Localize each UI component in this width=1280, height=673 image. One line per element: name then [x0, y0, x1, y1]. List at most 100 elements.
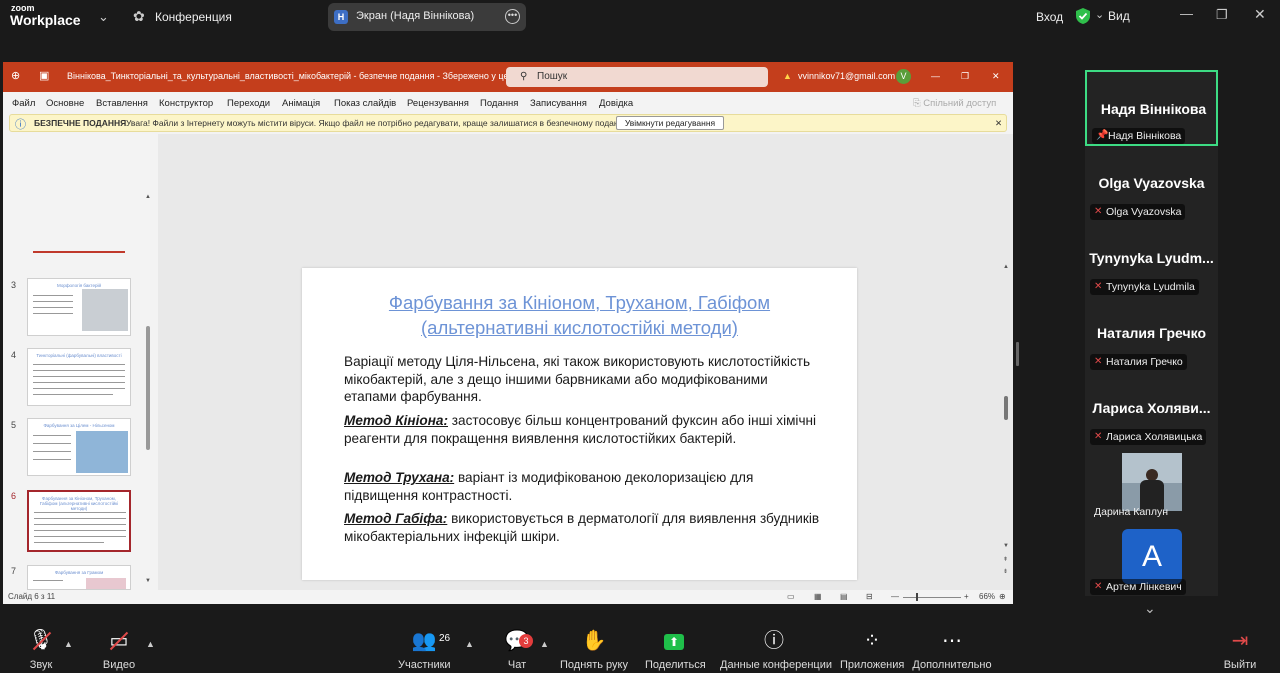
scroll-down-icon[interactable]: ▼ — [1003, 543, 1009, 549]
chevron-down-icon[interactable]: ⌄ — [1095, 8, 1104, 21]
thumbnail-slide-3[interactable]: Морфологія бактерій — [27, 278, 131, 336]
video-button[interactable]: ▭ Видео — [98, 627, 140, 671]
participants-button[interactable]: 👥 26 Участники — [398, 627, 451, 671]
participant-tile[interactable]: Лариса Холяви... ✕ Лариса Холявицька — [1085, 371, 1218, 447]
slide-scrollbar[interactable]: ▲ ▼ ⇞ ⇟ — [1002, 264, 1010, 580]
scroll-participants-down-icon[interactable]: ⌄ — [1144, 600, 1156, 617]
menu-recording[interactable]: Записування — [530, 98, 587, 109]
minimize-icon[interactable]: — — [1180, 6, 1193, 21]
scroll-down-icon[interactable]: ▼ — [145, 578, 151, 584]
participant-label: ✕ Наталия Гречко — [1090, 354, 1187, 370]
enable-editing-button[interactable]: Увімкнути редагування — [616, 116, 724, 130]
audio-button[interactable]: 🎙 Звук — [22, 627, 60, 671]
slide-method-kinion: Метод Кініона: застосовує більш концентр… — [344, 412, 822, 447]
next-slide-icon[interactable]: ⇟ — [1003, 568, 1008, 575]
menu-slideshow[interactable]: Показ слайдів — [334, 98, 396, 109]
raise-hand-button[interactable]: ✋ Поднять руку — [560, 627, 628, 671]
close-icon[interactable]: ✕ — [1254, 6, 1266, 23]
participant-tile[interactable]: А ✕ Артем Лінкевич — [1085, 521, 1218, 596]
share-button[interactable]: ⬆ Поделиться — [645, 627, 706, 671]
share-access-button[interactable]: ⎘ Спільний доступ — [913, 98, 996, 109]
thumbnail-slide-7[interactable]: Фарбування за Грамом — [27, 565, 131, 590]
participant-tile[interactable]: Tynynyka Lyudm... ✕ Tynynyka Lyudmila — [1085, 221, 1218, 297]
zoom-slider[interactable] — [903, 597, 961, 598]
normal-view-icon[interactable]: ▭ — [787, 592, 795, 601]
zoom-slider-thumb[interactable] — [916, 593, 918, 601]
thumb-number: 6 — [11, 491, 17, 501]
sorter-view-icon[interactable]: ▦ — [814, 592, 822, 601]
close-icon[interactable]: ✕ — [992, 71, 1000, 82]
slide-title: Фарбування за Кініоном, Труханом, Габіфо… — [322, 290, 837, 340]
slide-title-line-1: Фарбування за Кініоном, Труханом, Габіфо… — [388, 292, 771, 313]
zoom-level[interactable]: 66% — [979, 592, 995, 601]
leave-button[interactable]: ⇥ Выйти — [1222, 627, 1258, 671]
participant-tile[interactable]: Olga Vyazovska ✕ Olga Vyazovska — [1085, 146, 1218, 222]
menu-help[interactable]: Довідка — [599, 98, 633, 109]
participant-tile[interactable]: Дарина Каплун — [1085, 446, 1218, 522]
menu-insert[interactable]: Вставлення — [96, 98, 148, 109]
reading-view-icon[interactable]: ▤ — [840, 592, 848, 601]
meeting-data-button[interactable]: ⓘ Данные конференции — [720, 627, 832, 671]
slide-counter: Слайд 6 з 11 — [8, 592, 56, 601]
ppt-workspace: 3 Морфологія бактерій 4 Тинкторіальні (ф… — [3, 134, 1013, 590]
chevron-up-icon[interactable]: ▲ — [465, 639, 474, 649]
raise-hand-label: Поднять руку — [560, 659, 628, 671]
menu-file[interactable]: Файл — [12, 98, 35, 109]
share-screen-icon: ⬆ — [645, 627, 703, 655]
search-input[interactable]: ⚲ Пошук — [506, 67, 768, 87]
maximize-icon[interactable]: ❐ — [1216, 7, 1228, 23]
menu-design[interactable]: Конструктор — [159, 98, 213, 109]
save-icon[interactable]: ▣ — [39, 69, 49, 82]
chat-badge: 3 — [519, 634, 533, 648]
menu-view[interactable]: Подання — [480, 98, 518, 109]
prev-slide-icon[interactable]: ⇞ — [1003, 556, 1008, 563]
thumb-text-line — [34, 536, 126, 537]
view-button[interactable]: Вид — [1108, 9, 1130, 23]
account-email[interactable]: vvinnikov71@gmail.com — [798, 71, 895, 81]
menu-transitions[interactable]: Переходи — [227, 98, 270, 109]
participant-tile[interactable]: Наталия Гречко ✕ Наталия Гречко — [1085, 296, 1218, 372]
share-label: Поделиться — [645, 659, 706, 671]
thumbnail-scrollbar[interactable]: ▲ ▼ — [144, 194, 152, 590]
scrollbar-thumb[interactable] — [1004, 396, 1008, 420]
apps-label: Приложения — [840, 659, 905, 671]
maximize-icon[interactable]: ❐ — [961, 71, 969, 82]
thumbnail-slide-6[interactable]: Фарбування за Кініоном, Труханом, Габіфо… — [27, 490, 131, 552]
zoom-out-icon[interactable]: — — [891, 592, 899, 601]
chat-button[interactable]: 💬 3 Чат — [500, 627, 534, 671]
more-button[interactable]: ⋯ Дополнительно — [912, 627, 992, 671]
fit-slide-icon[interactable]: ⊕ — [999, 592, 1006, 601]
screen-share-pill[interactable]: Н Экран (Надя Віннікова) ••• — [328, 3, 526, 31]
thumbnail-slide-5[interactable]: Фарбування за Цілем - Нільсеном — [27, 418, 131, 476]
chevron-up-icon[interactable]: ▲ — [64, 639, 73, 649]
signin-button[interactable]: Вход — [1036, 10, 1063, 24]
menu-animation[interactable]: Анімація — [282, 98, 320, 109]
menu-home[interactable]: Основне — [46, 98, 84, 109]
slide-canvas[interactable]: Фарбування за Кініоном, Труханом, Габіфо… — [302, 268, 857, 580]
thumb-image — [76, 431, 128, 473]
participant-tile[interactable]: Надя Віннікова 📌 Надя Віннікова — [1085, 70, 1218, 146]
meeting-icon[interactable]: ✿ — [133, 8, 145, 25]
security-shield-icon[interactable] — [1075, 7, 1091, 25]
minimize-icon[interactable]: — — [931, 71, 940, 81]
close-icon[interactable]: ✕ — [995, 118, 1002, 129]
menu-review[interactable]: Рецензування — [407, 98, 469, 109]
chevron-down-icon[interactable]: ⌄ — [98, 9, 109, 25]
scroll-up-icon[interactable]: ▲ — [1003, 264, 1009, 270]
chevron-up-icon[interactable]: ▲ — [540, 639, 549, 649]
zoom-in-icon[interactable]: + — [964, 592, 969, 601]
slide-title-line-2: (альтернативні кислотостійкі методи) — [421, 317, 738, 338]
meeting-label[interactable]: Конференция — [155, 10, 232, 24]
chevron-up-icon[interactable]: ▲ — [146, 639, 155, 649]
scroll-up-icon[interactable]: ▲ — [145, 194, 151, 200]
video-off-icon: ▭ — [98, 627, 140, 655]
split-handle[interactable] — [1016, 342, 1019, 366]
apps-button[interactable]: ⁘ Приложения — [840, 627, 904, 671]
slideshow-icon[interactable]: ⊟ — [866, 592, 873, 601]
participant-label-text: Артем Лінкевич — [1106, 581, 1182, 593]
meeting-toolbar: 🎙 Звук ▲ ▭ Видео ▲ 👥26 Участники ▲ 💬3 Ча… — [0, 627, 1280, 673]
thumbnail-slide-4[interactable]: Тинкторіальні (фарбувальні) властивості — [27, 348, 131, 406]
avatar[interactable]: V — [896, 69, 911, 84]
more-options-icon[interactable]: ••• — [505, 9, 520, 24]
scrollbar-thumb[interactable] — [146, 326, 150, 450]
